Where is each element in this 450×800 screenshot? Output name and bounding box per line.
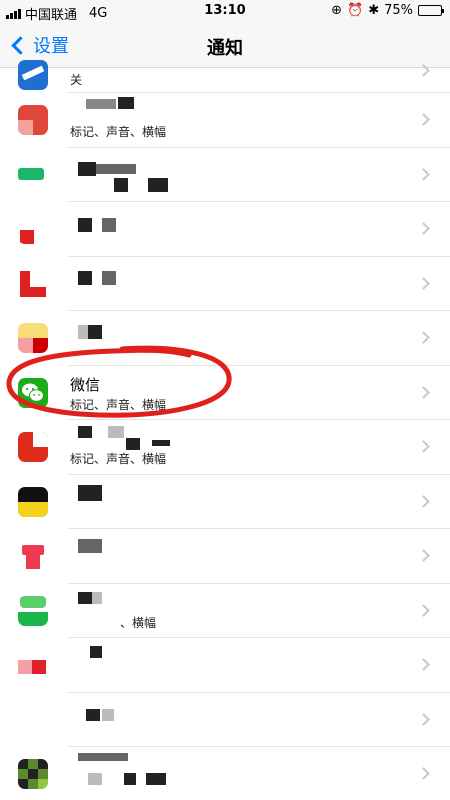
page-title: 通知	[207, 38, 243, 59]
redacted-name	[78, 539, 102, 553]
redacted-name	[86, 708, 100, 721]
chevron-right-icon	[417, 440, 430, 453]
redacted-name	[124, 773, 136, 785]
battery-icon	[418, 5, 444, 16]
redacted-name	[78, 218, 92, 232]
chevron-right-icon	[417, 167, 430, 181]
chevron-right-icon	[417, 712, 430, 726]
chevron-right-icon	[417, 331, 430, 344]
chevron-right-icon	[417, 549, 430, 562]
redacted-name	[78, 753, 128, 761]
redacted-name	[78, 325, 88, 339]
app-icon	[18, 759, 48, 789]
list-item[interactable]	[18, 202, 450, 257]
notification-status: 标记、声音、横幅	[70, 397, 167, 412]
list-item[interactable]	[18, 148, 450, 202]
redacted-name	[78, 484, 102, 501]
redacted-name	[86, 99, 116, 109]
redacted-name	[114, 177, 128, 192]
chevron-right-icon	[417, 658, 430, 671]
redacted-name	[126, 438, 140, 450]
battery-percent: 75%	[384, 3, 413, 18]
status-bar: 中国联通 4G 13:10 ⊕ ⏰ ✱ 75%	[0, 0, 450, 23]
list-item[interactable]	[18, 693, 450, 747]
redacted-name	[118, 97, 134, 109]
chevron-right-icon	[417, 603, 430, 617]
rotation-lock-icon: ⊕	[331, 3, 342, 18]
app-icon	[18, 541, 48, 571]
nav-bar: 设置 通知	[0, 22, 450, 68]
list-item[interactable]: 标记、声音、横幅	[18, 420, 450, 475]
redacted-name	[78, 591, 92, 604]
app-icon	[18, 486, 48, 517]
redacted-name	[102, 708, 114, 721]
app-icon	[18, 595, 48, 626]
redacted-name	[92, 591, 102, 604]
app-icon	[18, 105, 48, 135]
redacted-name	[152, 440, 170, 446]
app-icon	[18, 214, 48, 244]
notification-status: 、横幅	[120, 615, 157, 630]
app-icon	[18, 704, 48, 735]
redacted-name	[88, 773, 102, 785]
chevron-right-icon	[417, 494, 430, 508]
list-item[interactable]: 关	[18, 60, 450, 93]
app-icon	[18, 432, 48, 462]
app-icon	[18, 650, 48, 680]
redacted-name	[78, 270, 92, 285]
bluetooth-icon: ✱	[368, 3, 380, 18]
app-icon	[18, 60, 48, 90]
redacted-name	[78, 426, 92, 438]
list-item[interactable]	[18, 257, 450, 311]
list-item[interactable]	[18, 529, 450, 584]
list-item[interactable]	[18, 747, 450, 800]
app-icon	[18, 268, 48, 299]
notification-status: 关	[70, 73, 83, 87]
redacted-name	[78, 161, 96, 176]
alarm-icon: ⏰	[347, 3, 364, 18]
redacted-name	[102, 218, 116, 232]
redacted-name	[148, 177, 168, 192]
app-name: 微信	[70, 375, 101, 394]
redacted-name	[96, 163, 136, 174]
list-item[interactable]	[18, 475, 450, 529]
list-item[interactable]: 标记、声音、横幅	[18, 93, 450, 148]
chevron-right-icon	[417, 113, 430, 126]
chevron-right-icon	[417, 222, 430, 235]
app-notification-list: 关 标记、声音、横幅 微信 标记、声音、横幅 标记、声音、横幅 、横幅	[0, 60, 450, 800]
redacted-name	[90, 646, 102, 658]
list-item[interactable]	[18, 311, 450, 366]
chevron-right-icon	[417, 767, 430, 780]
wechat-icon	[18, 377, 48, 408]
app-icon	[18, 159, 48, 190]
redacted-name	[88, 325, 102, 339]
list-item-wechat[interactable]: 微信 标记、声音、横幅	[18, 366, 450, 420]
chevron-right-icon	[417, 385, 430, 399]
notification-status: 标记、声音、横幅	[70, 125, 167, 139]
chevron-right-icon	[417, 276, 430, 290]
status-right: ⊕ ⏰ ✱ 75%	[331, 3, 444, 18]
notification-status: 标记、声音、横幅	[70, 452, 167, 466]
redacted-name	[108, 426, 124, 438]
list-item[interactable]	[18, 638, 450, 693]
app-icon	[18, 323, 48, 353]
redacted-name	[102, 270, 116, 285]
list-item[interactable]: 、横幅	[18, 584, 450, 638]
redacted-name	[146, 773, 166, 785]
